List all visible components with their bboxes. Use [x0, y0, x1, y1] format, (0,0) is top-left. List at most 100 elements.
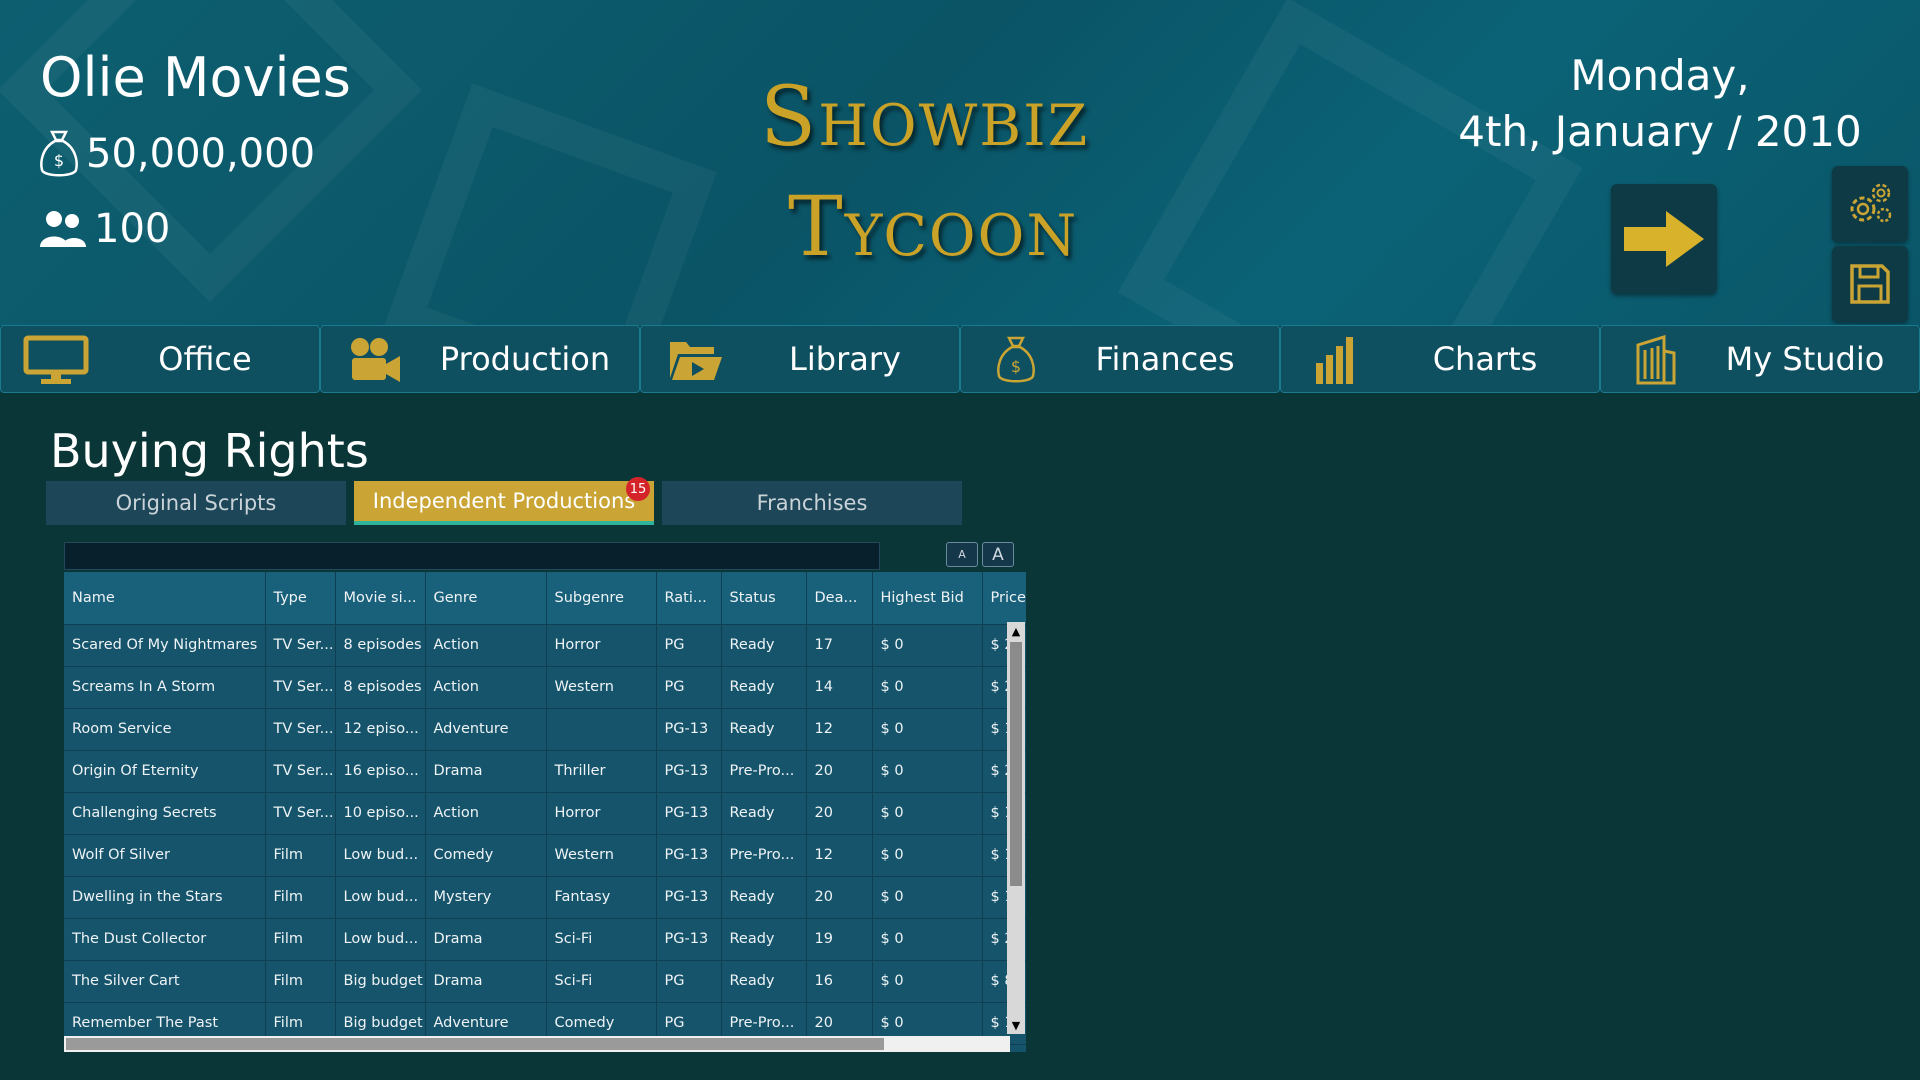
font-increase-button[interactable]: A: [982, 542, 1014, 567]
arrow-right-icon: [1624, 211, 1704, 267]
cell-highest-bid: $ 0: [872, 834, 983, 877]
cell-rating: PG-13: [656, 876, 722, 919]
table-row[interactable]: Screams In A Storm TV Ser... 8 episodes …: [64, 666, 1026, 709]
cell-status: Pre-Pro...: [721, 750, 807, 793]
folder-icon: [661, 334, 731, 386]
svg-text:$: $: [1011, 357, 1021, 376]
cell-name: Origin Of Eternity: [64, 750, 266, 793]
cell-subgenre: Fantasy: [546, 876, 657, 919]
cell-type: Film: [265, 918, 336, 961]
building-icon: [1621, 334, 1691, 386]
cell-subgenre: Sci-Fi: [546, 960, 657, 1003]
nav-my-studio[interactable]: My Studio: [1600, 325, 1920, 393]
table-row[interactable]: Scared Of My Nightmares TV Ser... 8 epis…: [64, 624, 1026, 667]
cell-name: Screams In A Storm: [64, 666, 266, 709]
cell-deadline: 12: [806, 834, 873, 877]
cell-status: Pre-Pro...: [721, 834, 807, 877]
cell-size: 8 episodes: [335, 666, 426, 709]
save-button[interactable]: [1832, 246, 1908, 322]
notification-badge: 15: [626, 477, 650, 501]
nav-finances[interactable]: $ Finances: [960, 325, 1280, 393]
fans-stat: 100: [38, 206, 170, 252]
cell-size: 10 episo...: [335, 792, 426, 835]
cell-name: The Silver Cart: [64, 960, 266, 1003]
monitor-icon: [21, 334, 91, 386]
money-bag-icon: $: [40, 130, 78, 177]
cell-highest-bid: $ 0: [872, 792, 983, 835]
scroll-down-icon[interactable]: ▼: [1007, 1016, 1025, 1034]
page-title: Buying Rights: [50, 424, 369, 478]
cell-size: 8 episodes: [335, 624, 426, 667]
cell-status: Ready: [721, 960, 807, 1003]
column-header-type[interactable]: Type: [265, 572, 336, 625]
tab-original-scripts[interactable]: Original Scripts: [46, 481, 346, 525]
column-header-name[interactable]: Name: [64, 572, 266, 625]
scroll-up-icon[interactable]: ▲: [1007, 622, 1025, 640]
cell-rating: PG: [656, 624, 722, 667]
cell-rating: PG: [656, 960, 722, 1003]
fans-value: 100: [94, 206, 171, 252]
cell-size: Low bud...: [335, 918, 426, 961]
cell-status: Ready: [721, 666, 807, 709]
nav-label: My Studio: [1725, 340, 1885, 378]
font-decrease-button[interactable]: A: [946, 542, 978, 567]
table-row[interactable]: The Silver Cart Film Big budget Drama Sc…: [64, 960, 1026, 1003]
column-header-genre[interactable]: Genre: [425, 572, 547, 625]
settings-button[interactable]: [1832, 166, 1908, 242]
table-row[interactable]: Origin Of Eternity TV Ser... 16 episo...…: [64, 750, 1026, 793]
nav-label: Charts: [1432, 340, 1538, 378]
table-row[interactable]: The Dust Collector Film Low bud... Drama…: [64, 918, 1026, 961]
rights-table: Name Type Movie si... Genre Subgenre Rat…: [64, 572, 1026, 1052]
column-header-highest-bid[interactable]: Highest Bid: [872, 572, 983, 625]
money-value: 50,000,000: [86, 131, 316, 177]
column-header-subgenre[interactable]: Subgenre: [546, 572, 657, 625]
cell-size: Low bud...: [335, 876, 426, 919]
cell-highest-bid: $ 0: [872, 918, 983, 961]
tab-label: Independent Productions: [372, 489, 636, 513]
cell-rating: PG-13: [656, 750, 722, 793]
column-header-deadline[interactable]: Dea...: [806, 572, 873, 625]
cell-rating: PG-13: [656, 834, 722, 877]
column-header-status[interactable]: Status: [721, 572, 807, 625]
nav-charts[interactable]: Charts: [1280, 325, 1600, 393]
cell-type: TV Ser...: [265, 750, 336, 793]
cell-status: Ready: [721, 708, 807, 751]
next-day-button[interactable]: [1611, 184, 1717, 294]
cell-subgenre: Horror: [546, 624, 657, 667]
nav-office[interactable]: Office: [0, 325, 320, 393]
game-date: Monday, 4th, January / 2010: [1400, 48, 1920, 160]
column-header-rating[interactable]: Rati...: [656, 572, 722, 625]
table-row[interactable]: Room Service TV Ser... 12 episo... Adven…: [64, 708, 1026, 751]
cell-rating: PG: [656, 666, 722, 709]
vertical-scrollbar[interactable]: ▲ ▼: [1007, 622, 1025, 1034]
cell-rating: PG-13: [656, 708, 722, 751]
tab-franchises[interactable]: Franchises: [662, 481, 962, 525]
scrollbar-thumb[interactable]: [66, 1038, 884, 1050]
table-row[interactable]: Challenging Secrets TV Ser... 10 episo..…: [64, 792, 1026, 835]
table-row[interactable]: Wolf Of Silver Film Low bud... Comedy We…: [64, 834, 1026, 877]
scrollbar-thumb[interactable]: [1010, 642, 1022, 886]
filter-input[interactable]: [64, 542, 880, 570]
background-decoration: [383, 83, 717, 326]
column-header-movie-size[interactable]: Movie si...: [335, 572, 426, 625]
cell-type: Film: [265, 834, 336, 877]
table-row[interactable]: Dwelling in the Stars Film Low bud... My…: [64, 876, 1026, 919]
column-header-price[interactable]: Price: [982, 572, 1026, 625]
cell-subgenre: Western: [546, 666, 657, 709]
cell-highest-bid: $ 0: [872, 666, 983, 709]
nav-label: Finances: [1095, 340, 1235, 378]
nav-library[interactable]: Library: [640, 325, 960, 393]
cell-deadline: 17: [806, 624, 873, 667]
cell-name: Room Service: [64, 708, 266, 751]
cell-genre: Drama: [425, 960, 547, 1003]
horizontal-scrollbar[interactable]: [64, 1036, 1010, 1052]
cell-highest-bid: $ 0: [872, 750, 983, 793]
tab-independent-productions[interactable]: Independent Productions 15: [354, 477, 654, 525]
cell-genre: Mystery: [425, 876, 547, 919]
cell-deadline: 16: [806, 960, 873, 1003]
nav-production[interactable]: Production: [320, 325, 640, 393]
cell-genre: Action: [425, 792, 547, 835]
floppy-disk-icon: [1850, 264, 1890, 304]
cell-name: Wolf Of Silver: [64, 834, 266, 877]
cell-genre: Action: [425, 624, 547, 667]
